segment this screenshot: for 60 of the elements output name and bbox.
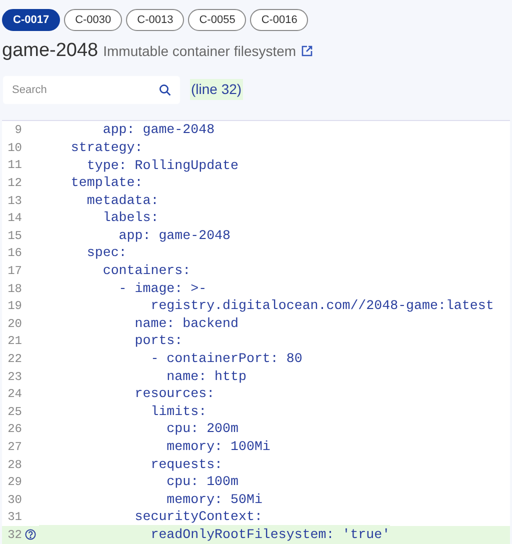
code-text: registry.digitalocean.com//2048-game:latest (150, 297, 494, 316)
code-text: app: game-2048 (118, 226, 231, 245)
line-number: 24 (6, 386, 22, 404)
line-number: 17 (6, 263, 22, 280)
line-number: 28 (6, 456, 22, 474)
code-text: type: RollingUpdate (86, 156, 238, 175)
control-name: Immutable container filesystem (103, 42, 296, 61)
code-text: securityContext: (134, 508, 262, 526)
line-number: 25 (6, 404, 22, 421)
code-text: strategy: (70, 138, 143, 157)
line-number: 11 (6, 157, 22, 174)
control-tab[interactable]: C-0030 (64, 9, 122, 31)
line-number: 13 (6, 192, 22, 210)
line-number: 12 (6, 175, 22, 192)
code-text: name: http (166, 368, 246, 386)
control-tab[interactable]: C-0017 (2, 9, 60, 31)
line-number: 10 (6, 140, 22, 157)
line-number: 21 (6, 333, 22, 350)
code-text: labels: (102, 209, 159, 228)
code-text: template: (70, 174, 143, 192)
code-text: app: game-2048 (102, 121, 215, 140)
search-field[interactable]: Search (3, 76, 180, 104)
line-number: 14 (6, 210, 22, 228)
code-text: ports: (134, 332, 183, 350)
code-text: limits: (150, 402, 207, 421)
search-icon[interactable] (159, 84, 171, 96)
line-number: 23 (6, 368, 22, 386)
line-number: 19 (6, 298, 22, 316)
line-number: 16 (6, 245, 22, 262)
match-line-label: (line 32) (190, 79, 243, 100)
code-text: cpu: 100m (166, 473, 238, 492)
line-number: 30 (6, 492, 22, 509)
line-number: 9 (14, 122, 22, 140)
control-tab[interactable]: C-0016 (250, 9, 308, 31)
line-number: 29 (6, 474, 22, 492)
code-text: resources: (134, 385, 215, 404)
line-number: 32 (6, 526, 22, 544)
control-tab[interactable]: C-0055 (188, 9, 246, 31)
line-number: 26 (6, 421, 22, 438)
code-text: requests: (150, 456, 223, 474)
line-number: 27 (6, 438, 22, 456)
line-number: 18 (6, 280, 22, 298)
line-number: 22 (6, 351, 22, 368)
code-text: memory: 50Mi (166, 490, 262, 509)
help-icon[interactable] (25, 529, 36, 540)
code-text: name: backend (134, 314, 238, 333)
code-text: - containerPort: 80 (150, 350, 302, 368)
line-number: 31 (6, 509, 22, 526)
code-text: spec: (86, 244, 127, 262)
control-tab[interactable]: C-0013 (126, 9, 184, 31)
resource-name: game-2048 (2, 39, 98, 63)
line-number: 15 (6, 228, 22, 245)
code-text: metadata: (86, 192, 159, 210)
external-link-icon[interactable] (301, 45, 314, 58)
code-text: cpu: 200m (166, 420, 238, 438)
code-text: memory: 100Mi (166, 438, 270, 456)
line-number: 20 (6, 316, 22, 333)
code-text: - image: >- (118, 280, 207, 298)
code-text: containers: (102, 262, 191, 280)
code-text: readOnlyRootFilesystem: 'true' (39, 524, 390, 544)
